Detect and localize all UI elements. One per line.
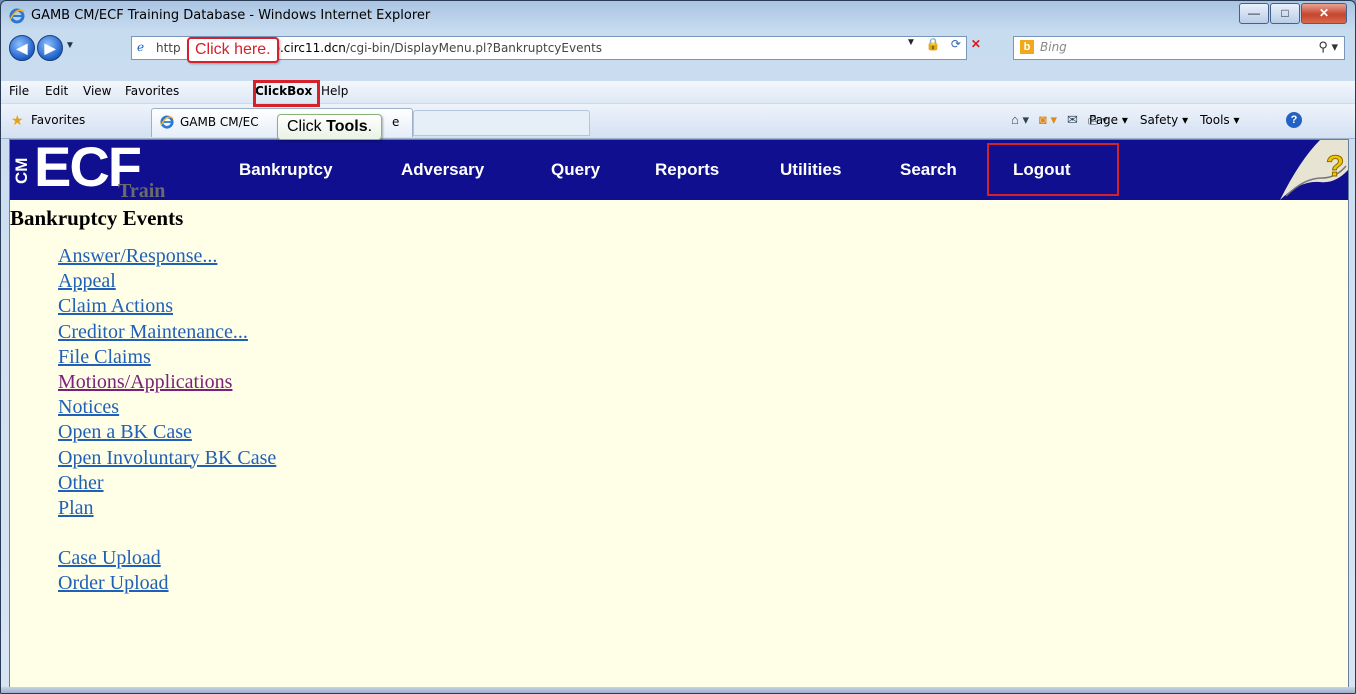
- forward-button[interactable]: ▶: [37, 35, 63, 61]
- menu-file[interactable]: File: [9, 84, 29, 98]
- link-open-bk-case[interactable]: Open a BK Case: [58, 420, 276, 445]
- link-appeal[interactable]: Appeal: [58, 269, 276, 294]
- search-placeholder: Bing: [1040, 40, 1067, 54]
- mail-icon[interactable]: ✉: [1067, 112, 1078, 128]
- link-creditor-maintenance[interactable]: Creditor Maintenance...: [58, 320, 276, 345]
- nav-query[interactable]: Query: [551, 160, 600, 180]
- refresh-icon[interactable]: ⟳: [951, 37, 961, 51]
- menu-favorites[interactable]: Favorites: [125, 84, 179, 98]
- tools-menu[interactable]: Tools ▾: [1200, 113, 1239, 127]
- nav-utilities[interactable]: Utilities: [780, 160, 841, 180]
- favorites-star-icon[interactable]: ★: [11, 112, 24, 129]
- link-order-upload[interactable]: Order Upload: [58, 571, 276, 596]
- minimize-button[interactable]: —: [1239, 3, 1269, 24]
- link-motions-applications[interactable]: Motions/Applications: [58, 370, 276, 395]
- logo-cm: CM: [12, 157, 31, 185]
- maximize-button[interactable]: □: [1270, 3, 1300, 24]
- tools-highlight-box: [253, 80, 320, 107]
- menu-bar: File Edit View Favorites ClickBox Help: [1, 81, 1355, 103]
- click-here-callout: Click here.: [187, 37, 279, 63]
- bing-icon: b: [1020, 40, 1034, 54]
- menu-view[interactable]: View: [83, 84, 111, 98]
- svg-text:?: ?: [1326, 150, 1344, 183]
- favorites-button[interactable]: Favorites: [31, 113, 85, 127]
- browser-window: GAMB CM/ECF Training Database - Windows …: [0, 0, 1356, 694]
- stop-icon[interactable]: ✕: [971, 37, 981, 51]
- home-icon[interactable]: ⌂ ▾: [1011, 112, 1029, 128]
- search-input[interactable]: b Bing ⚲ ▾: [1013, 36, 1345, 60]
- menu-help[interactable]: Help: [321, 84, 348, 98]
- title-bar: GAMB CM/ECF Training Database - Windows …: [1, 1, 1355, 31]
- link-file-claims[interactable]: File Claims: [58, 345, 276, 370]
- link-case-upload[interactable]: Case Upload: [58, 546, 276, 571]
- page-menu[interactable]: Page ▾: [1089, 113, 1128, 127]
- page-title: Bankruptcy Events: [10, 206, 184, 230]
- link-plan[interactable]: Plan: [58, 496, 276, 521]
- window-controls: — □ ✕: [1238, 3, 1347, 24]
- address-dropdown-icon[interactable]: ▼: [906, 37, 916, 51]
- safety-menu[interactable]: Safety ▾: [1140, 113, 1188, 127]
- menu-edit[interactable]: Edit: [45, 84, 68, 98]
- link-other[interactable]: Other: [58, 471, 276, 496]
- close-button[interactable]: ✕: [1301, 3, 1347, 24]
- nav-adversary[interactable]: Adversary: [401, 160, 484, 180]
- help-icon[interactable]: ?: [1286, 112, 1302, 128]
- tab-title-suffix: e: [392, 115, 400, 129]
- nav-bankruptcy[interactable]: Bankruptcy: [239, 160, 333, 180]
- link-spacer: [58, 521, 276, 546]
- window-title: GAMB CM/ECF Training Database - Windows …: [31, 8, 431, 23]
- new-tab-button[interactable]: [413, 110, 590, 136]
- link-open-involuntary-bk-case[interactable]: Open Involuntary BK Case: [58, 446, 276, 471]
- event-link-list: Answer/Response... Appeal Claim Actions …: [58, 244, 276, 597]
- page-icon: ℯ: [137, 40, 145, 54]
- recent-pages-chevron-icon[interactable]: ▼: [65, 40, 75, 51]
- lock-icon[interactable]: 🔒: [926, 37, 941, 51]
- link-claim-actions[interactable]: Claim Actions: [58, 294, 276, 319]
- click-tools-callout: Click Tools.: [277, 114, 383, 140]
- search-icon[interactable]: ⚲ ▾: [1318, 39, 1338, 55]
- link-notices[interactable]: Notices: [58, 395, 276, 420]
- ecf-header: CM ECF Train Bankruptcy Adversary Query …: [10, 135, 1348, 202]
- nav-search[interactable]: Search: [900, 160, 957, 180]
- link-answer-response[interactable]: Answer/Response...: [58, 244, 276, 269]
- favorites-bar: ★ Favorites GAMB CM/EC e ⌂ ▾ ◙ ▾ ✉ ⎙ ▾ P…: [1, 104, 1355, 139]
- feeds-icon[interactable]: ◙ ▾: [1039, 112, 1057, 128]
- tab-title: GAMB CM/EC: [180, 115, 259, 129]
- tab-ie-icon: [160, 115, 174, 129]
- logo-train: Train: [118, 180, 166, 202]
- nav-reports[interactable]: Reports: [655, 160, 719, 180]
- back-button[interactable]: ◀: [9, 35, 35, 61]
- help-book-icon[interactable]: ?: [1280, 140, 1348, 200]
- logout-highlight-box: [987, 143, 1119, 196]
- internet-explorer-icon: [9, 8, 25, 24]
- page-content: CM ECF Train Bankruptcy Adversary Query …: [9, 135, 1349, 689]
- status-bar-edge: [1, 687, 1355, 693]
- address-tools: ▼ 🔒 ⟳ ✕: [906, 37, 981, 51]
- command-bar: Page ▾ Safety ▾ Tools ▾: [1089, 113, 1240, 127]
